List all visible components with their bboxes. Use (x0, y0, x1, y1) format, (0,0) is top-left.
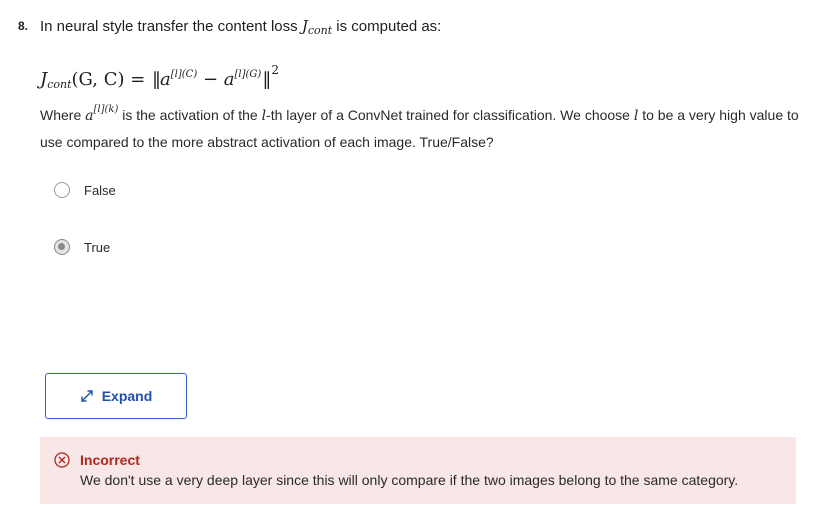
feedback-status: Incorrect (80, 452, 140, 468)
question-body: Where a[l](k) is the activation of the l… (40, 97, 805, 155)
content-loss-formula: Jcont(G, C) = ‖a[l](C) − a[l](G)‖ 2 (40, 57, 279, 98)
formula-args: (G, C) = (71, 69, 152, 90)
j-cont-symbol: Jcont (302, 17, 333, 37)
formula-a2-superscript: [l](G) (234, 69, 262, 80)
formula-a1-superscript: [l](C) (170, 69, 198, 80)
body-mid2: -th layer of a ConvNet trained for class… (266, 107, 634, 123)
body-a-superscript: [l](k) (93, 104, 119, 115)
radio-false[interactable] (54, 182, 70, 198)
x-circle-icon (54, 452, 70, 468)
option-true-label: True (84, 239, 111, 255)
expand-button[interactable]: Expand (45, 373, 187, 419)
formula-minus: − (197, 69, 224, 90)
formula-exponent: 2 (271, 63, 279, 77)
formula-a2: a (223, 69, 235, 90)
j-subscript: cont (307, 24, 333, 37)
feedback-message: We don't use a very deep layer since thi… (80, 472, 739, 488)
body-mid1: is the activation of the (118, 107, 262, 123)
expand-arrows-icon (81, 390, 93, 402)
norm-close: ‖ (262, 69, 271, 90)
formula-a1: a (160, 69, 171, 90)
norm-open: ‖ (152, 69, 161, 90)
feedback-panel: Incorrect We don't use a very deep layer… (40, 437, 796, 504)
formula-j-subscript: cont (47, 78, 72, 91)
body-where: Where (40, 107, 86, 123)
question-intro: In neural style transfer the content los… (40, 15, 441, 42)
question-number: 8. (18, 19, 29, 33)
quiz-page: 8. In neural style transfer the content … (0, 0, 814, 525)
radio-true[interactable] (54, 239, 70, 255)
expand-button-label: Expand (101, 388, 153, 404)
option-false[interactable]: False (54, 182, 116, 198)
question-intro-suffix: is computed as: (332, 18, 442, 35)
question-intro-text: In neural style transfer the content los… (40, 18, 302, 35)
option-true[interactable]: True (54, 239, 110, 255)
option-false-label: False (84, 182, 116, 198)
